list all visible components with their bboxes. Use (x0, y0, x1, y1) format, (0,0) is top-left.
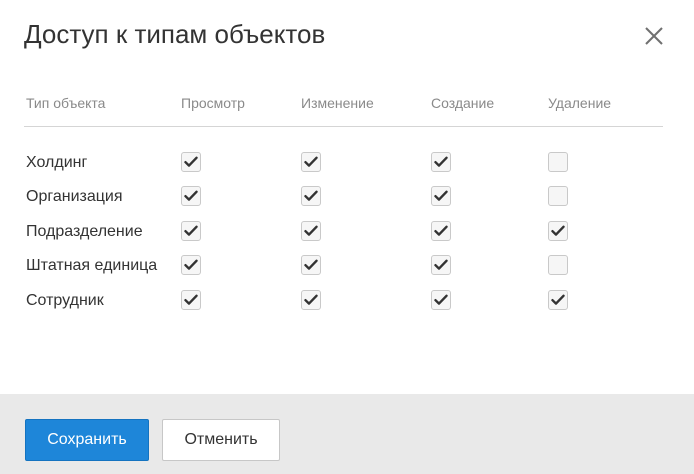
row-label: Штатная единица (26, 257, 158, 274)
delete-checkbox[interactable] (548, 255, 568, 275)
delete-checkbox[interactable] (548, 290, 568, 310)
checkmark-icon (304, 294, 318, 305)
checkmark-icon (184, 225, 198, 236)
column-header-object-type: Тип объекта (26, 95, 106, 111)
row-label: Холдинг (26, 154, 88, 171)
delete-checkbox[interactable] (548, 186, 568, 206)
checkmark-icon (434, 259, 448, 270)
view-checkbox[interactable] (181, 255, 201, 275)
checkmark-icon (184, 259, 198, 270)
checkmark-icon (304, 156, 318, 167)
view-checkbox[interactable] (181, 152, 201, 172)
edit-checkbox[interactable] (301, 152, 321, 172)
checkmark-icon (184, 156, 198, 167)
checkmark-icon (184, 294, 198, 305)
create-checkbox[interactable] (431, 255, 451, 275)
create-checkbox[interactable] (431, 290, 451, 310)
column-header-create: Создание (431, 95, 495, 111)
checkmark-icon (304, 190, 318, 201)
edit-checkbox[interactable] (301, 186, 321, 206)
edit-checkbox[interactable] (301, 290, 321, 310)
column-header-edit: Изменение (301, 95, 374, 111)
create-checkbox[interactable] (431, 186, 451, 206)
row-label: Организация (26, 188, 123, 205)
view-checkbox[interactable] (181, 221, 201, 241)
close-icon (645, 27, 663, 45)
checkmark-icon (434, 225, 448, 236)
row-label: Подразделение (26, 223, 143, 240)
checkmark-icon (551, 225, 565, 236)
view-checkbox[interactable] (181, 186, 201, 206)
cancel-button[interactable]: Отменить (162, 419, 280, 461)
edit-checkbox[interactable] (301, 255, 321, 275)
checkmark-icon (434, 156, 448, 167)
create-checkbox[interactable] (431, 221, 451, 241)
checkmark-icon (434, 294, 448, 305)
delete-checkbox[interactable] (548, 221, 568, 241)
create-checkbox[interactable] (431, 152, 451, 172)
checkmark-icon (304, 259, 318, 270)
checkmark-icon (304, 225, 318, 236)
header-divider (24, 126, 663, 127)
close-button[interactable] (642, 24, 666, 48)
column-header-delete: Удаление (548, 95, 612, 111)
edit-checkbox[interactable] (301, 221, 321, 241)
delete-checkbox[interactable] (548, 152, 568, 172)
dialog-footer: Сохранить Отменить (0, 394, 694, 474)
column-header-view: Просмотр (181, 95, 245, 111)
row-label: Сотрудник (26, 292, 104, 309)
checkmark-icon (551, 294, 565, 305)
checkmark-icon (184, 190, 198, 201)
dialog-title: Доступ к типам объектов (24, 19, 326, 49)
view-checkbox[interactable] (181, 290, 201, 310)
checkmark-icon (434, 190, 448, 201)
access-dialog: Доступ к типам объектов Тип объекта Прос… (0, 0, 694, 474)
save-button[interactable]: Сохранить (25, 419, 149, 461)
